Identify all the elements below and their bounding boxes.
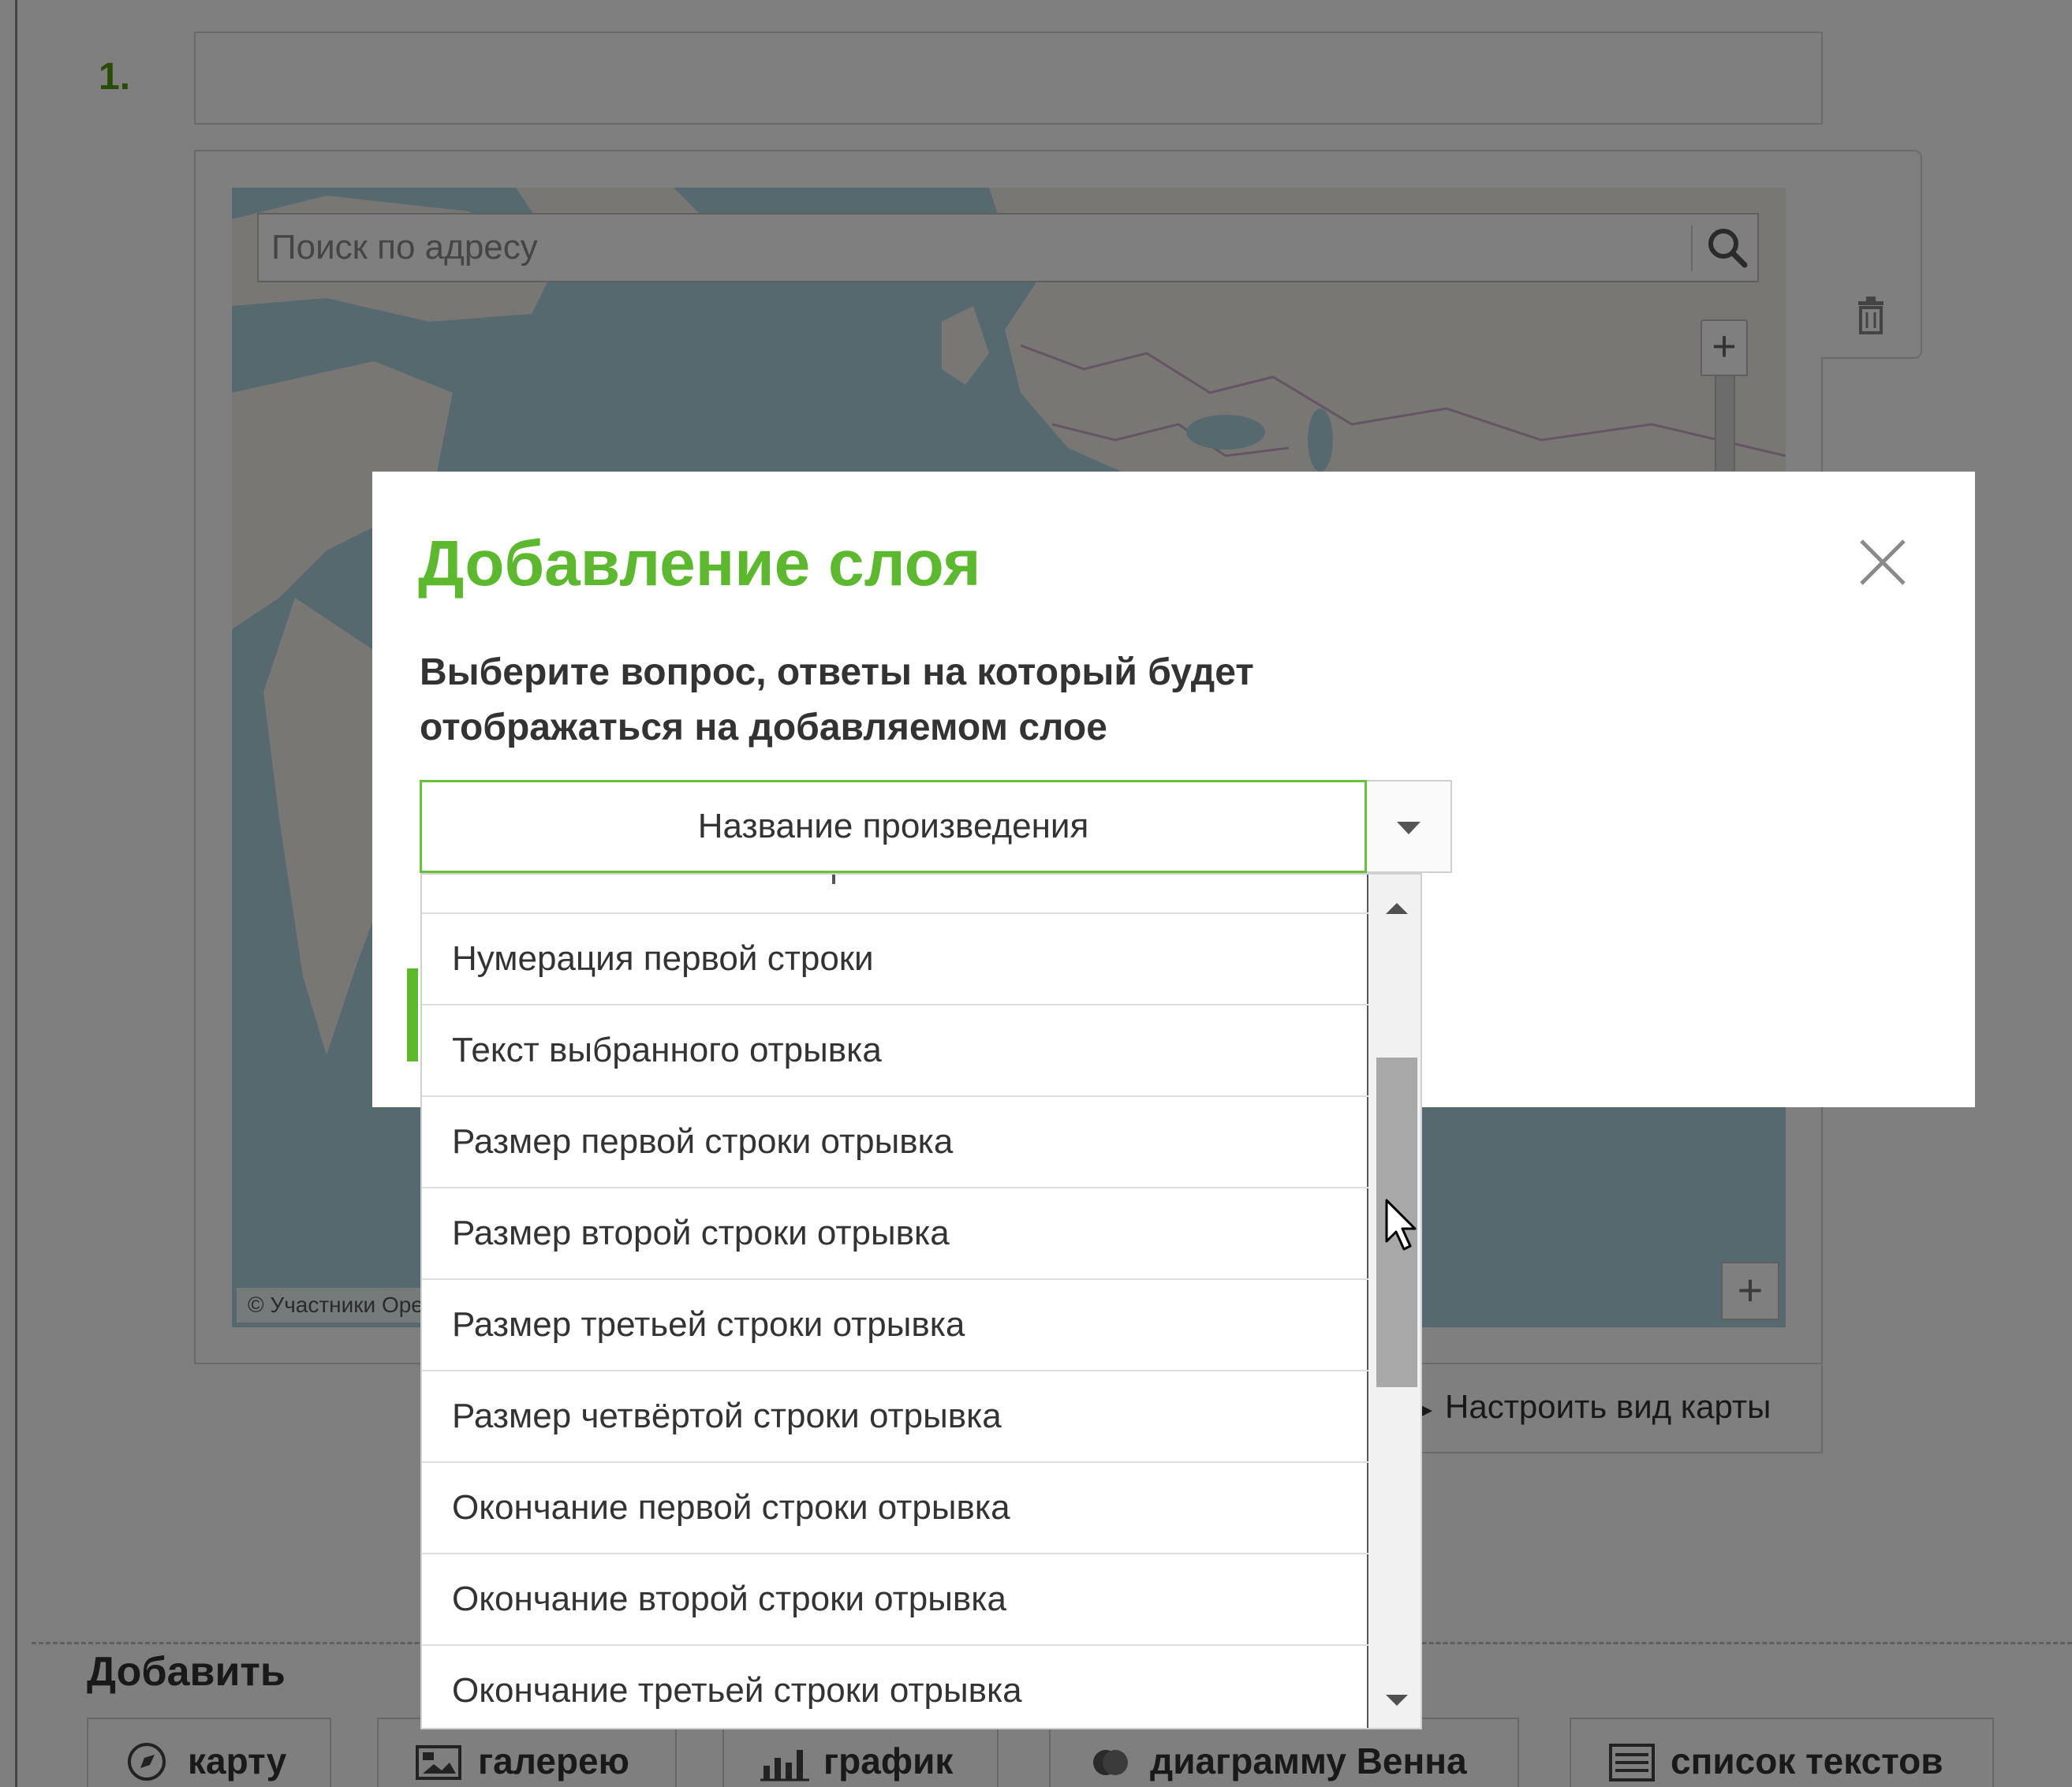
mouse-cursor-icon <box>1385 1199 1417 1251</box>
scroll-down-icon[interactable] <box>1386 1695 1408 1706</box>
dropdown-options: Нумерация первой строки Текст выбранного… <box>422 875 1368 1728</box>
list-item[interactable]: Текст выбранного отрывка <box>422 1005 1368 1097</box>
list-item[interactable]: Окончание третьей строки отрывка <box>422 1646 1368 1728</box>
list-item[interactable]: Нумерация первой строки <box>422 914 1368 1005</box>
list-item[interactable] <box>422 875 1368 914</box>
select-toggle[interactable] <box>1367 780 1452 873</box>
dropdown-scrollbar[interactable] <box>1368 875 1421 1728</box>
list-item[interactable]: Размер второй строки отрывка <box>422 1188 1368 1280</box>
modal-confirm-button[interactable] <box>407 968 418 1061</box>
list-item[interactable]: Размер первой строки отрывка <box>422 1097 1368 1188</box>
modal-prompt: Выберите вопрос, ответы на который будет… <box>420 651 1254 748</box>
list-item[interactable]: Размер третьей строки отрывка <box>422 1280 1368 1371</box>
chevron-down-icon <box>1397 822 1421 834</box>
close-icon[interactable] <box>1855 535 1910 590</box>
list-item[interactable]: Окончание первой строки отрывка <box>422 1463 1368 1554</box>
modal-title: Добавление слоя <box>418 528 981 599</box>
list-item[interactable]: Окончание второй строки отрывка <box>422 1554 1368 1646</box>
scroll-up-icon[interactable] <box>1386 903 1408 914</box>
question-dropdown-list[interactable]: Нумерация первой строки Текст выбранного… <box>420 873 1422 1729</box>
question-select[interactable]: Название произведения <box>420 780 1367 873</box>
list-item[interactable]: Размер четвёртой строки отрывка <box>422 1371 1368 1463</box>
